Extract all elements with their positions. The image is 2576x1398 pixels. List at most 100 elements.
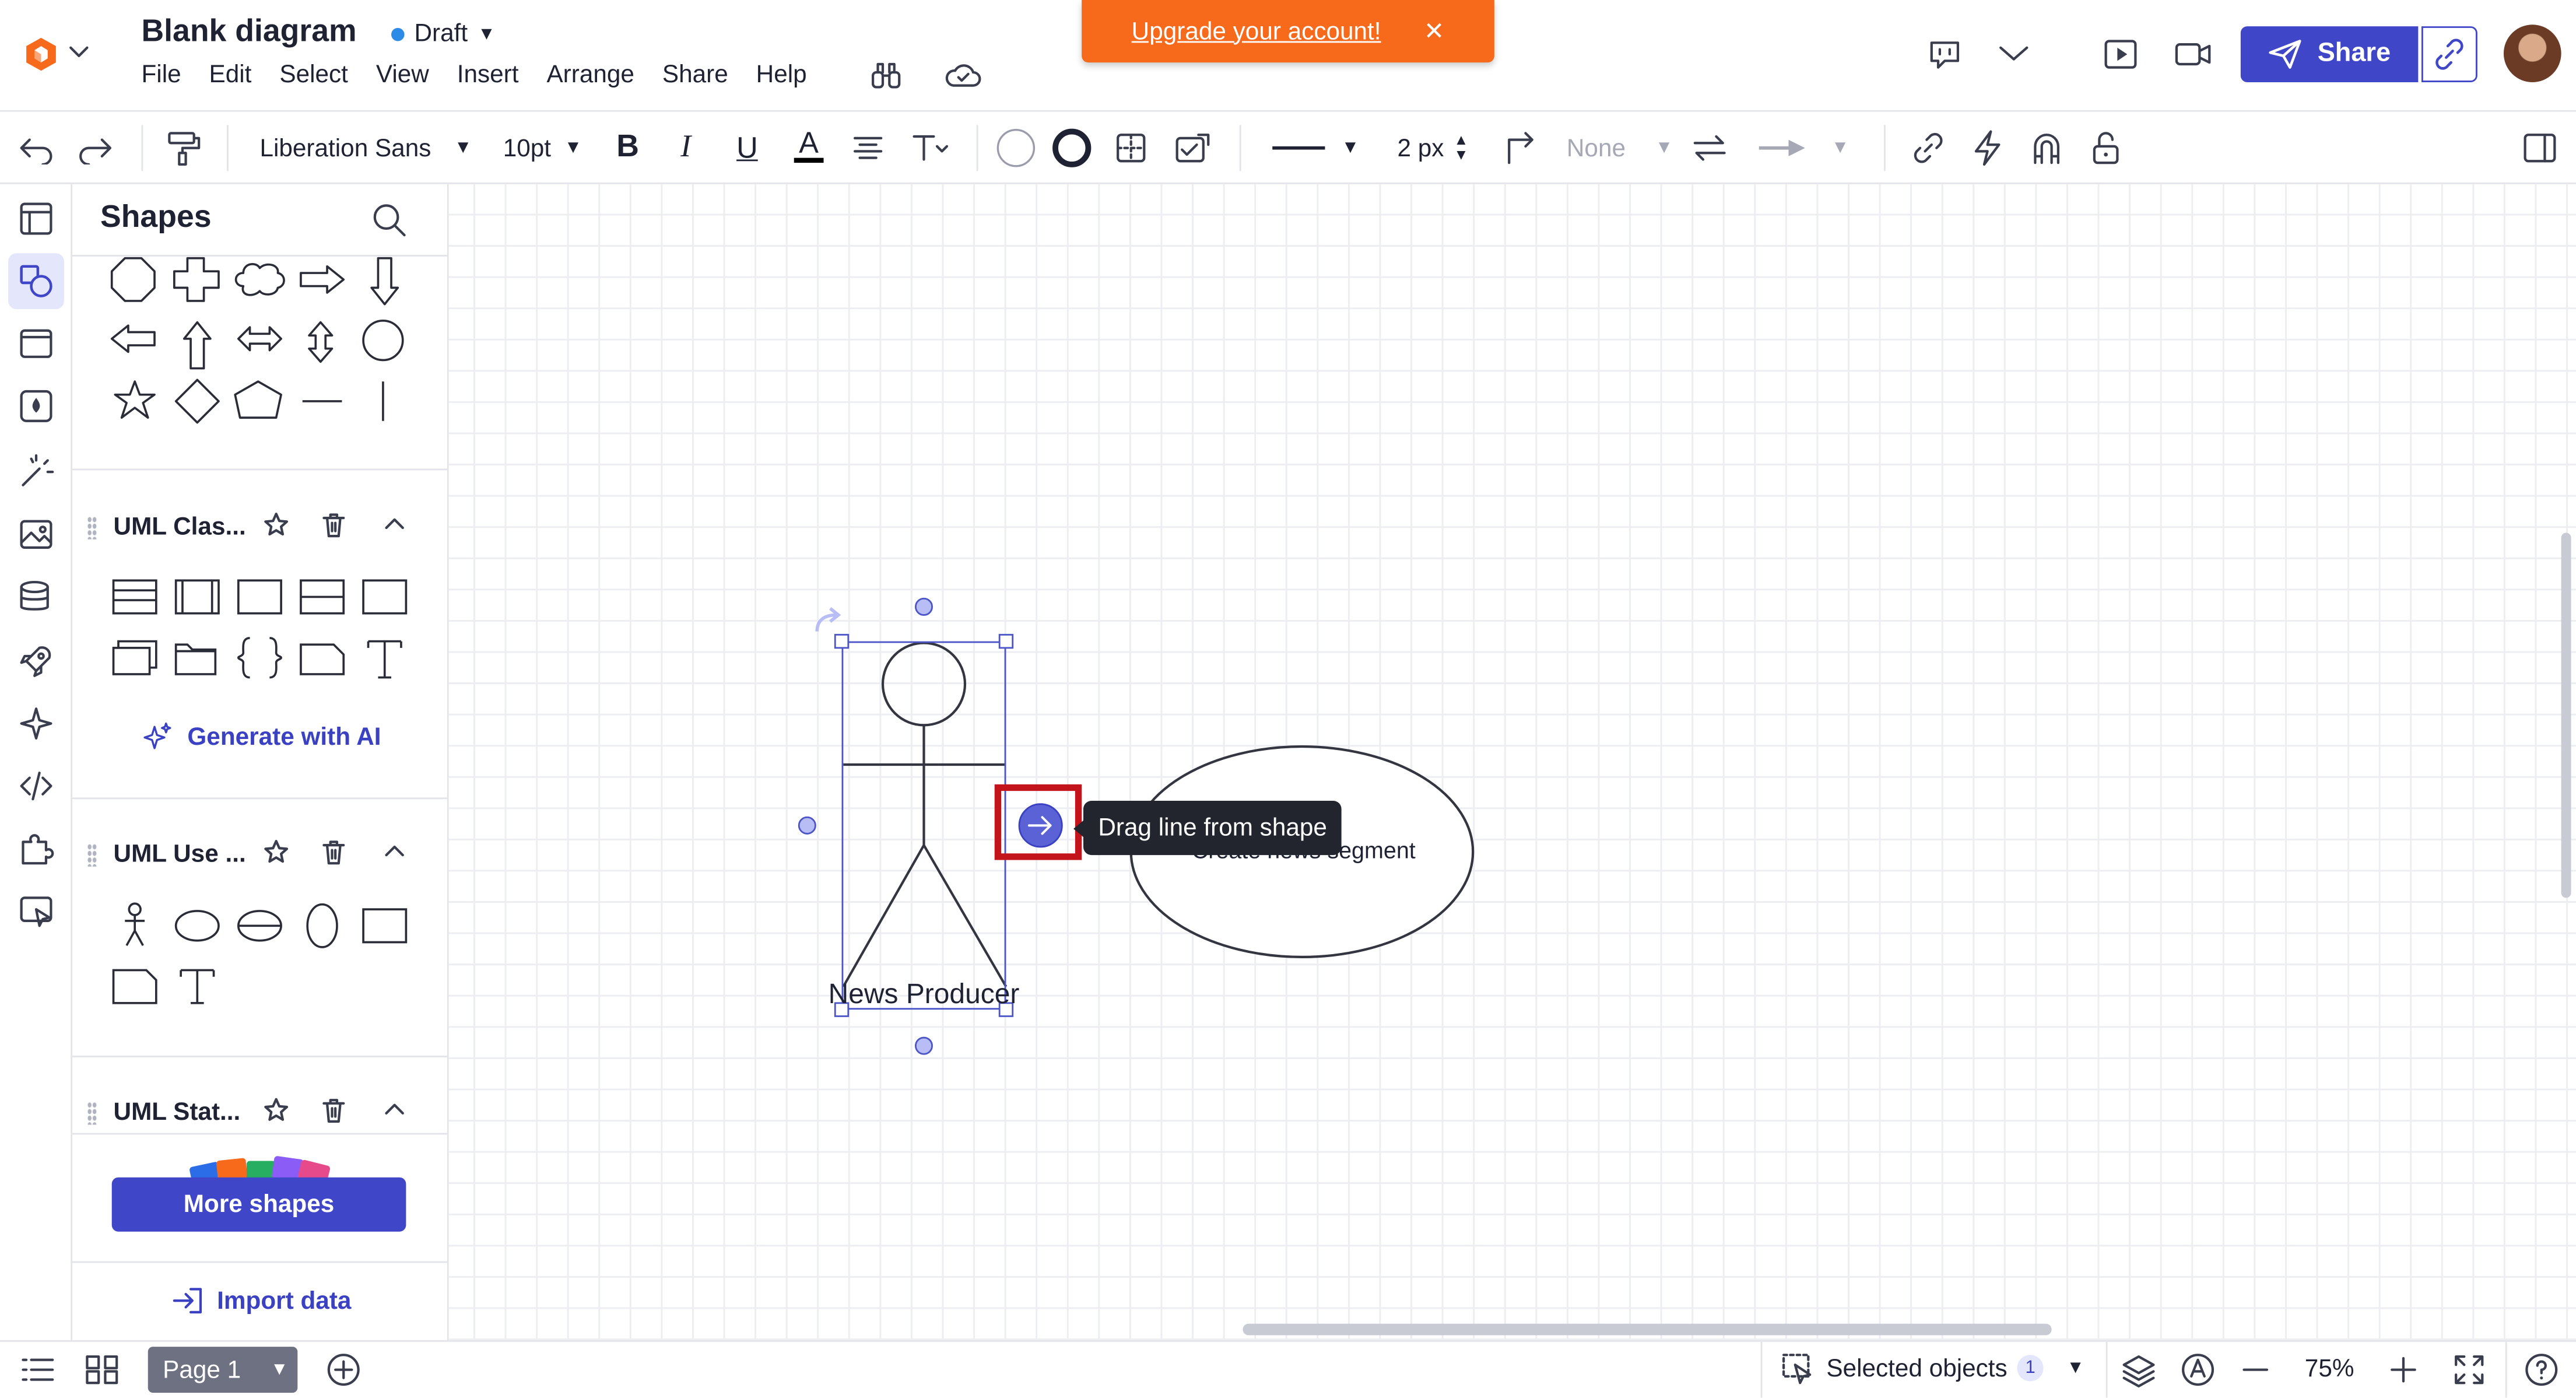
video-camera-icon[interactable] [2173,40,2213,69]
zoom-out-icon[interactable] [2239,1352,2272,1388]
redo-icon[interactable] [76,128,115,168]
help-icon[interactable] [2524,1352,2560,1388]
trash-icon[interactable] [321,511,347,538]
code-icon[interactable] [15,765,57,807]
drag-grip-icon[interactable] [87,1101,97,1125]
menu-help[interactable]: Help [756,61,807,89]
menu-arrange[interactable]: Arrange [546,61,634,89]
border-style-icon[interactable] [1113,128,1149,168]
search-icon[interactable] [370,201,409,240]
lightning-icon[interactable] [1971,128,2003,168]
text-options-icon[interactable] [909,128,949,168]
panel-toggle-icon[interactable] [2522,128,2558,168]
star-icon[interactable] [263,511,289,538]
draft-status[interactable]: Draft ▼ [391,20,496,48]
style-panel-icon[interactable] [1174,128,1213,168]
page-tab[interactable]: Page 1 ▼ [148,1347,298,1393]
star-icon[interactable] [263,839,289,865]
menu-select[interactable]: Select [279,61,348,89]
font-family-select[interactable]: Liberation Sans ▼ [259,128,472,168]
shapes-panel-icon[interactable] [8,253,64,310]
import-data-button[interactable]: Import data [171,1286,351,1316]
frames-icon[interactable] [15,323,57,365]
ai-sparkle-icon[interactable] [15,702,57,745]
close-icon[interactable]: ✕ [1424,16,1444,46]
section-header-uml-use-case[interactable]: UML Use ... [72,831,447,880]
more-shapes-button[interactable]: More shapes [111,1177,406,1232]
menu-insert[interactable]: Insert [457,61,519,89]
theme-color-icon[interactable] [15,385,57,428]
link-icon[interactable] [1910,128,1946,168]
trash-icon[interactable] [321,1097,347,1123]
zoom-in-icon[interactable] [2387,1352,2420,1388]
menu-view[interactable]: View [376,61,429,89]
line-color-button[interactable] [1051,128,1093,168]
section-header-uml-state[interactable]: UML Stat... [72,1088,447,1138]
undo-icon[interactable] [16,128,56,168]
fit-to-screen-icon[interactable] [2451,1352,2487,1388]
rocket-icon[interactable] [15,640,57,682]
text-color-button[interactable]: A [794,128,824,168]
screen-capture-icon[interactable] [15,891,57,934]
uml-class-shapes-grid[interactable] [72,572,447,687]
grid-view-icon[interactable] [84,1353,120,1386]
share-button[interactable]: Share [2240,26,2419,82]
font-size-select[interactable]: 10pt ▼ [503,128,582,168]
collapse-icon[interactable] [383,842,406,859]
arrowhead-select[interactable]: ▼ [1756,128,1849,168]
integrations-puzzle-icon[interactable] [15,827,57,870]
database-icon[interactable] [15,576,57,618]
add-page-icon[interactable] [325,1352,362,1388]
basic-shapes-grid[interactable] [72,250,447,435]
diagram-canvas[interactable]: Create news segment News Producer Drag l… [448,184,2576,1340]
trash-icon[interactable] [321,839,347,865]
format-painter-icon[interactable] [164,128,204,168]
cloud-saved-icon[interactable] [943,61,983,90]
chevron-down-icon[interactable] [69,46,89,59]
unlock-icon[interactable] [2089,128,2122,168]
pages-panel-icon[interactable] [15,197,57,240]
menu-share[interactable]: Share [662,61,728,89]
horizontal-scrollbar[interactable] [1243,1323,2052,1336]
vertical-scrollbar[interactable] [2561,532,2571,898]
magnet-icon[interactable] [2030,128,2063,168]
drag-grip-icon[interactable] [87,843,97,867]
uml-use-case-shapes-grid[interactable] [72,898,447,1012]
menu-file[interactable]: File [141,61,181,89]
star-icon[interactable] [263,1097,289,1123]
italic-button[interactable]: I [680,128,691,168]
copy-link-button[interactable] [2421,26,2477,82]
menu-edit[interactable]: Edit [209,61,252,89]
drag-grip-icon[interactable] [87,516,97,539]
line-style-select[interactable]: ▼ [1272,128,1359,168]
underline-button[interactable]: U [736,128,758,168]
fill-color-button[interactable] [995,128,1037,168]
bold-button[interactable]: B [616,128,639,168]
line-end-select[interactable]: None ▼ [1567,128,1673,168]
upgrade-link[interactable]: Upgrade your account! [1132,17,1381,45]
line-width-stepper[interactable]: 2 px ▲ ▼ [1397,128,1468,168]
zoom-level[interactable]: 75% [2305,1355,2354,1383]
binoculars-icon[interactable] [869,59,902,92]
actor-shape[interactable] [842,642,1008,987]
section-header-uml-class[interactable]: UML Clas... [72,503,447,553]
document-title[interactable]: Blank diagram [141,15,356,51]
upgrade-banner[interactable]: Upgrade your account! ✕ [1082,0,1494,63]
collapse-icon[interactable] [383,1100,406,1116]
image-icon[interactable] [15,513,57,556]
chevron-down-icon[interactable] [1999,46,2028,62]
navigation-icon[interactable] [2180,1352,2216,1388]
avatar[interactable] [2503,24,2561,82]
swap-arrows-icon[interactable] [1690,128,1729,168]
magic-wand-icon[interactable] [15,451,57,493]
align-text-icon[interactable] [851,128,884,168]
line-corner-icon[interactable] [1503,128,1539,168]
present-icon[interactable] [2103,38,2139,71]
collapse-icon[interactable] [383,514,406,531]
list-view-icon[interactable] [20,1355,56,1385]
selected-objects-button[interactable]: Selected objects 1 ▼ [1780,1352,2084,1385]
lucid-logo-icon[interactable] [23,36,59,72]
layers-icon[interactable] [2121,1352,2157,1388]
comments-icon[interactable] [1926,38,1963,71]
generate-with-ai-button[interactable]: Generate with AI [141,720,381,753]
